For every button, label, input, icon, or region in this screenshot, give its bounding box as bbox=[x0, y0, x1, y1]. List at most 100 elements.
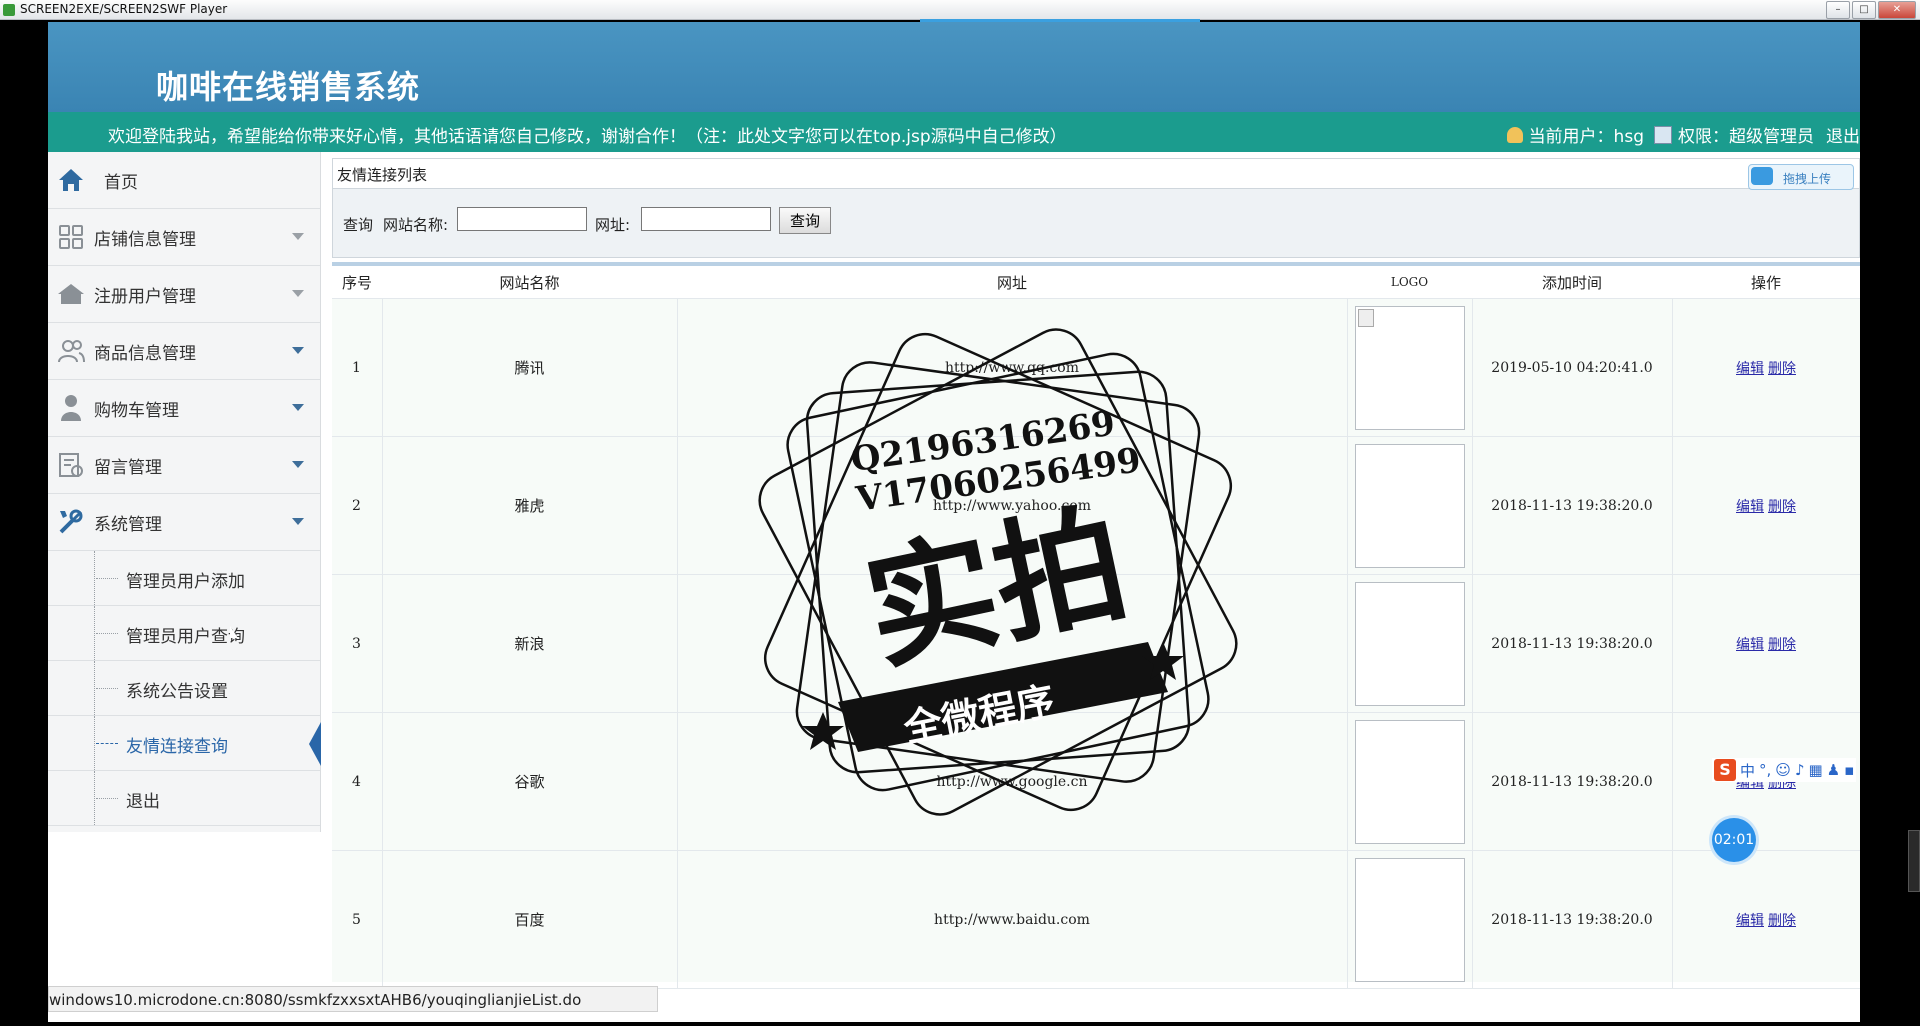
submenu-item-logout[interactable]: 退出 bbox=[48, 771, 320, 826]
column-header: 操作 bbox=[1672, 266, 1860, 299]
person-icon bbox=[56, 393, 86, 423]
punctuation-icon[interactable]: °, bbox=[1759, 761, 1771, 779]
window-controls: – □ ✕ bbox=[1826, 1, 1916, 19]
window-titlebar: SCREEN2EXE/SCREEN2SWF Player – □ ✕ bbox=[0, 0, 1920, 20]
column-header: 序号 bbox=[332, 266, 382, 299]
edit-link[interactable]: 编辑 bbox=[1736, 637, 1764, 653]
submenu-item-notice[interactable]: 系统公告设置 bbox=[48, 661, 320, 716]
minimize-button[interactable]: – bbox=[1826, 1, 1850, 19]
house-icon bbox=[56, 279, 86, 309]
sidebar-item-messages[interactable]: 留言管理 bbox=[48, 437, 320, 494]
recording-timer[interactable]: 02:01 bbox=[1712, 818, 1756, 862]
chevron-down-icon bbox=[292, 518, 304, 525]
delete-link[interactable]: 删除 bbox=[1768, 499, 1796, 515]
url-label: 网址: bbox=[595, 216, 631, 234]
cell-name: 百度 bbox=[382, 850, 678, 989]
system-submenu: 管理员用户添加 管理员用户查询 系统公告设置 友情连接查询 退出 bbox=[48, 551, 321, 826]
welcome-message: 欢迎登陆我站，希望能给你带来好心情，其他话语请您自己修改，谢谢合作！（注：此处文… bbox=[108, 127, 1067, 147]
cell-index: 5 bbox=[332, 850, 383, 989]
logout-link[interactable]: 退出 bbox=[1826, 122, 1860, 147]
cell-index: 1 bbox=[332, 298, 383, 437]
welcome-bar: 欢迎登陆我站，希望能给你带来好心情，其他话语请您自己修改，谢谢合作！（注：此处文… bbox=[48, 112, 1860, 152]
sidebar-item-label: 首页 bbox=[104, 172, 138, 193]
sidebar: 首页 店铺信息管理 注册用户管理 商品信息管理 购物车管理 留言管理 系统管理 … bbox=[48, 152, 321, 832]
keyboard-icon[interactable]: ▦ bbox=[1809, 761, 1823, 779]
tree-dash bbox=[96, 798, 118, 799]
cloud-icon bbox=[1751, 167, 1773, 185]
skin-icon[interactable]: ♟ bbox=[1827, 761, 1840, 779]
logo-image bbox=[1354, 857, 1465, 982]
message-icon bbox=[56, 450, 86, 480]
logo-image bbox=[1354, 305, 1465, 430]
sidebar-item-label: 系统管理 bbox=[94, 514, 162, 535]
ime-toolbar[interactable]: S 中 °, ☺ ♪ ▦ ♟ ▪ bbox=[1712, 758, 1857, 782]
column-header: 网站名称 bbox=[382, 266, 677, 299]
submenu-item-admin-query[interactable]: 管理员用户查询 bbox=[48, 606, 320, 661]
edit-link[interactable]: 编辑 bbox=[1736, 499, 1764, 515]
url-input[interactable] bbox=[641, 207, 771, 231]
app-icon bbox=[3, 4, 15, 16]
delete-link[interactable]: 删除 bbox=[1768, 913, 1796, 929]
microphone-icon[interactable]: ♪ bbox=[1795, 761, 1805, 779]
tree-dash bbox=[96, 633, 118, 634]
cell-actions: 编辑 删除 bbox=[1672, 574, 1860, 713]
cell-time: 2018-11-13 19:38:20.0 bbox=[1472, 436, 1673, 575]
sidebar-item-system[interactable]: 系统管理 bbox=[48, 494, 320, 551]
role-label: 权限：超级管理员 bbox=[1678, 127, 1814, 147]
key-icon bbox=[1654, 125, 1672, 144]
ime-mode[interactable]: 中 bbox=[1740, 760, 1755, 781]
panel-title: 友情连接列表 bbox=[332, 158, 1860, 188]
delete-link[interactable]: 删除 bbox=[1768, 361, 1796, 377]
home-icon bbox=[56, 165, 86, 195]
chevron-down-icon bbox=[292, 233, 304, 240]
menu-grid-icon[interactable]: ▪ bbox=[1844, 761, 1854, 779]
chevron-down-icon bbox=[292, 404, 304, 411]
name-label: 网站名称: bbox=[383, 216, 449, 234]
status-bar: windows10.microdone.cn:8080/ssmkfzxxsxtA… bbox=[48, 986, 658, 1012]
active-pointer bbox=[309, 722, 321, 766]
browser-viewport: 咖啡在线销售系统 欢迎登陆我站，希望能给你带来好心情，其他话语请您自己修改，谢谢… bbox=[48, 22, 1860, 1022]
sidebar-item-label: 注册用户管理 bbox=[94, 286, 196, 307]
cell-logo bbox=[1347, 712, 1473, 851]
emoji-icon[interactable]: ☺ bbox=[1775, 761, 1791, 779]
current-user: 当前用户：hsg bbox=[1528, 127, 1644, 147]
cell-actions: 编辑 删除 bbox=[1672, 436, 1860, 575]
upload-widget[interactable]: 拖拽上传 bbox=[1748, 164, 1854, 190]
mouse-cursor-icon bbox=[230, 626, 238, 638]
submenu-item-links[interactable]: 友情连接查询 bbox=[48, 716, 321, 771]
sidebar-item-users[interactable]: 注册用户管理 bbox=[48, 266, 320, 323]
sidebar-item-products[interactable]: 商品信息管理 bbox=[48, 323, 320, 380]
close-button[interactable]: ✕ bbox=[1878, 1, 1916, 19]
window-title: SCREEN2EXE/SCREEN2SWF Player bbox=[20, 2, 228, 16]
submenu-label: 管理员用户查询 bbox=[126, 627, 245, 647]
system-title: 咖啡在线销售系统 bbox=[156, 68, 421, 106]
logo-image bbox=[1354, 719, 1465, 844]
cell-time: 2018-11-13 19:38:20.0 bbox=[1472, 712, 1673, 851]
sidebar-item-label: 商品信息管理 bbox=[94, 343, 196, 364]
column-header: 网址 bbox=[677, 266, 1347, 299]
sidebar-item-home[interactable]: 首页 bbox=[48, 152, 320, 209]
maximize-button[interactable]: □ bbox=[1852, 1, 1876, 19]
cell-time: 2018-11-13 19:38:20.0 bbox=[1472, 574, 1673, 713]
search-bar: 查询 网站名称: 网址: 查询 bbox=[332, 188, 1860, 258]
delete-link[interactable]: 删除 bbox=[1768, 637, 1796, 653]
cell-index: 4 bbox=[332, 712, 383, 851]
edit-link[interactable]: 编辑 bbox=[1736, 913, 1764, 929]
tree-dash bbox=[96, 743, 118, 744]
sidebar-item-cart[interactable]: 购物车管理 bbox=[48, 380, 320, 437]
sidebar-item-label: 购物车管理 bbox=[94, 400, 179, 421]
chevron-down-icon bbox=[292, 461, 304, 468]
search-button[interactable]: 查询 bbox=[779, 207, 831, 234]
cell-time: 2018-11-13 19:38:20.0 bbox=[1472, 850, 1673, 989]
column-header: 添加时间 bbox=[1472, 266, 1672, 299]
submenu-item-admin-add[interactable]: 管理员用户添加 bbox=[48, 551, 320, 606]
edit-link[interactable]: 编辑 bbox=[1736, 361, 1764, 377]
chevron-down-icon bbox=[292, 290, 304, 297]
users-icon bbox=[56, 336, 86, 366]
cell-logo bbox=[1347, 298, 1473, 437]
edge-handle bbox=[1908, 830, 1920, 892]
sidebar-item-shop[interactable]: 店铺信息管理 bbox=[48, 209, 320, 266]
cell-actions: 编辑 删除 bbox=[1672, 298, 1860, 437]
site-name-input[interactable] bbox=[457, 207, 587, 231]
chevron-down-icon bbox=[292, 347, 304, 354]
